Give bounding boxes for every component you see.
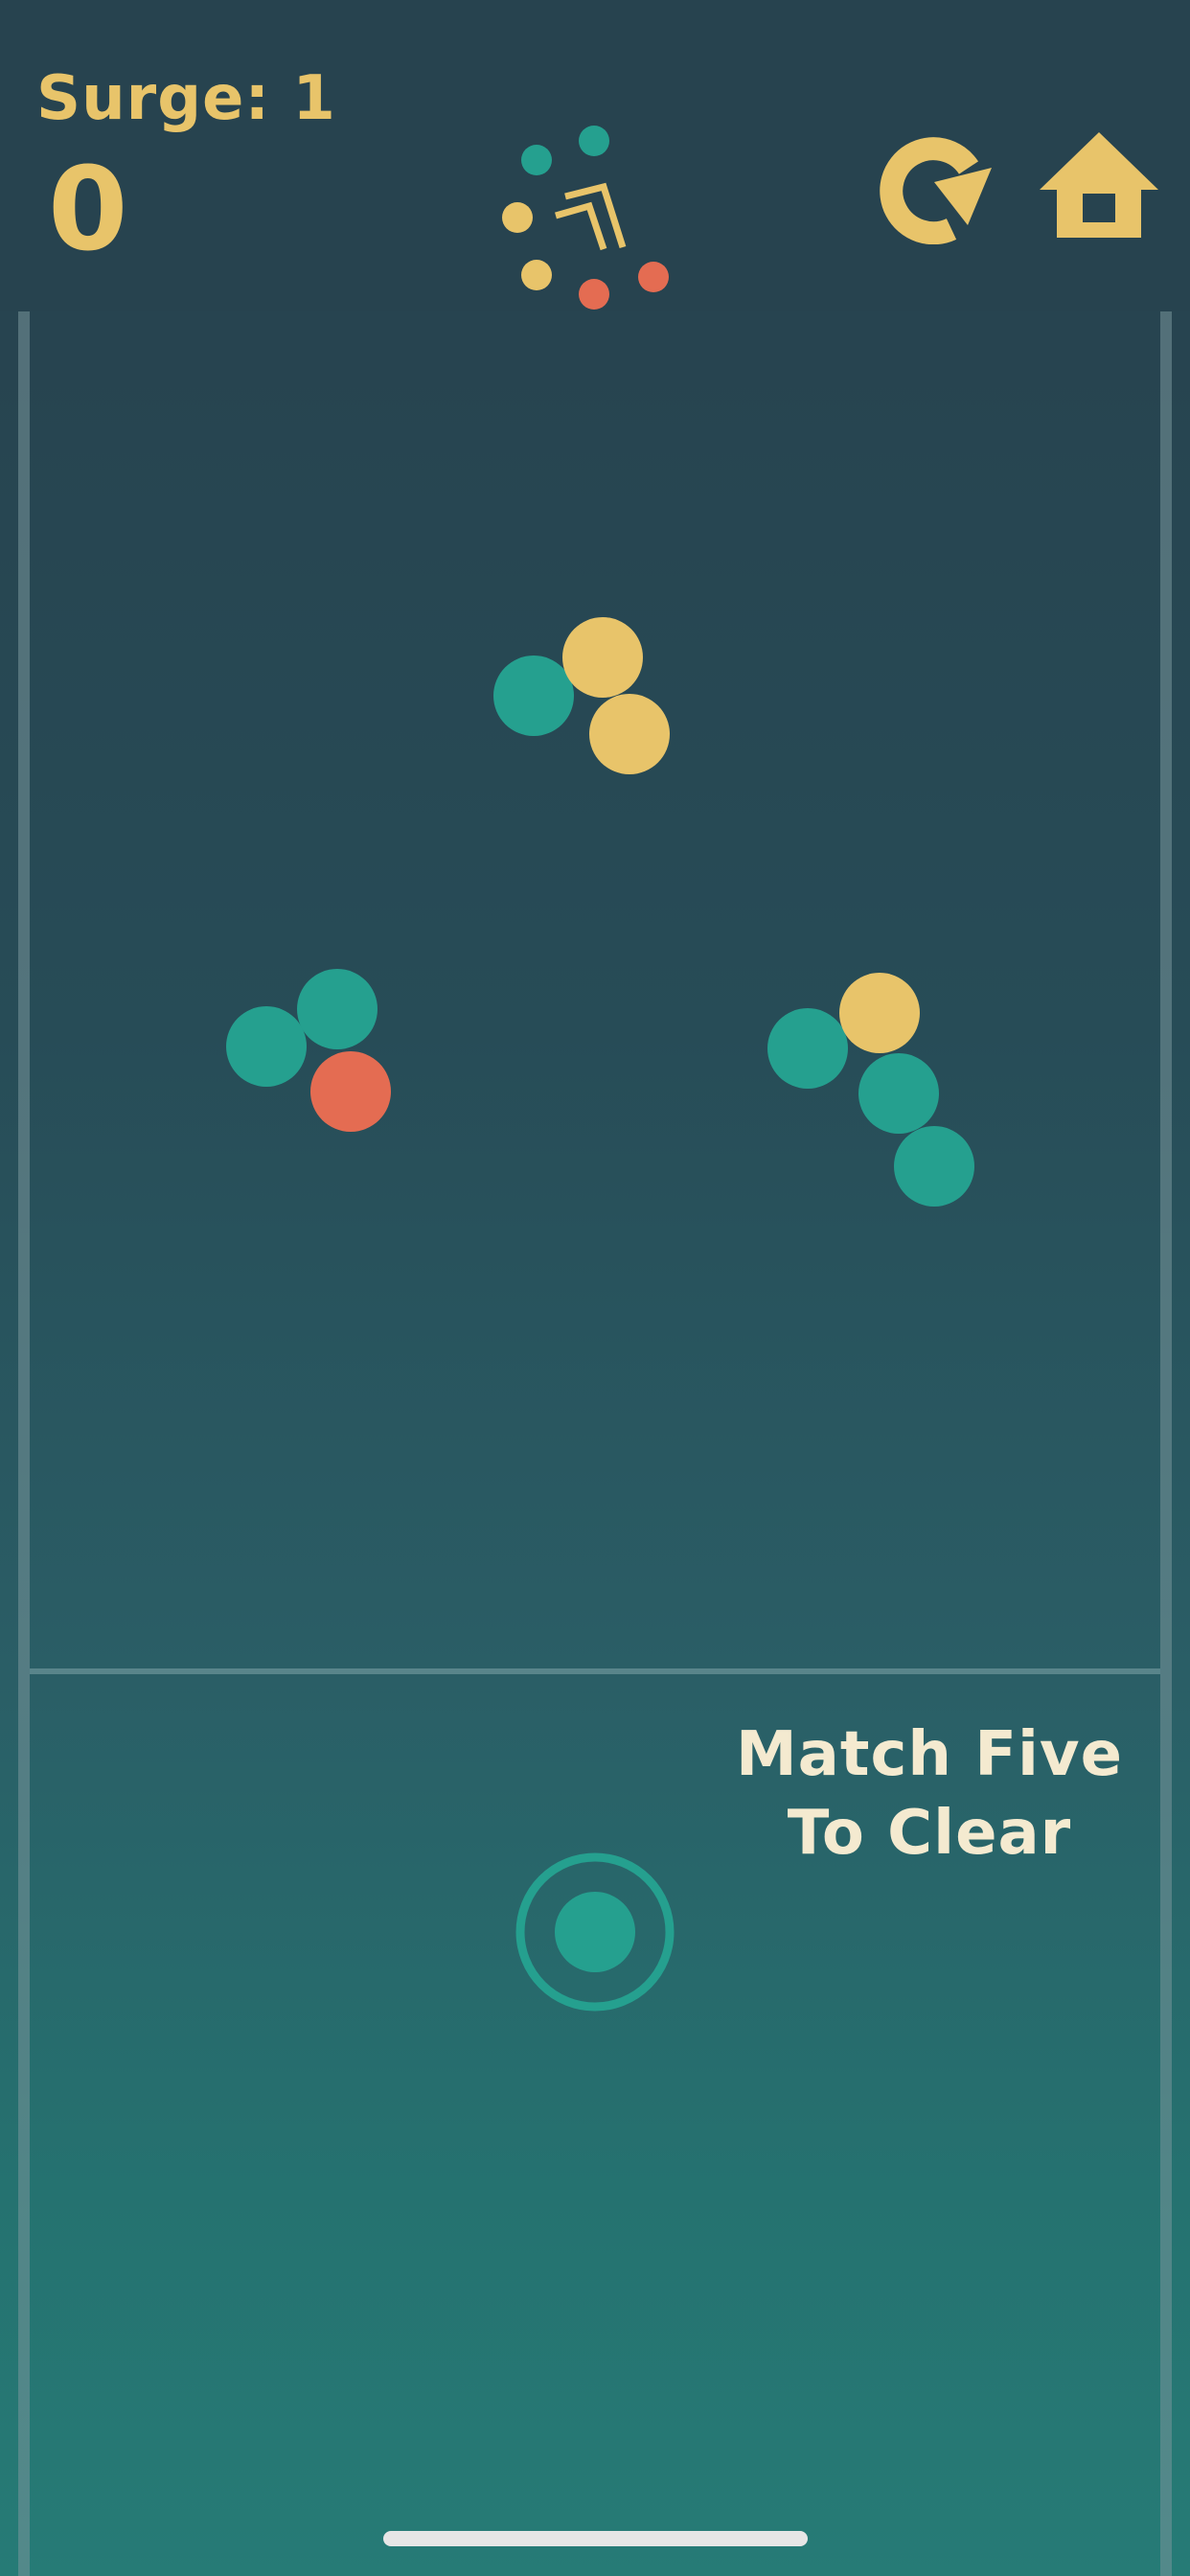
logo-dot-coral-1	[579, 279, 609, 310]
hint-text: Match Five To Clear	[728, 1715, 1131, 1873]
score-value: 0	[48, 144, 128, 277]
logo-dot-teal-2	[579, 126, 609, 156]
hint-line-2: To Clear	[787, 1798, 1072, 1869]
ball-launcher[interactable]	[514, 1851, 676, 2013]
ball-yellow	[562, 617, 643, 698]
hint-line-1: Match Five	[735, 1719, 1124, 1790]
ball-teal	[493, 656, 574, 736]
home-indicator[interactable]	[383, 2531, 808, 2546]
logo-dot-coral-2	[638, 262, 669, 292]
ball-teal	[858, 1053, 939, 1134]
home-icon[interactable]	[1040, 125, 1159, 244]
top-bar: Surge: 1 0	[0, 0, 1190, 311]
ball-teal	[226, 1006, 307, 1087]
ball-teal	[297, 969, 378, 1049]
game-logo-icon	[502, 126, 669, 310]
launch-zone-divider	[30, 1668, 1160, 1674]
ball-coral	[310, 1051, 391, 1132]
restart-icon[interactable]	[877, 129, 992, 244]
ball-yellow	[839, 973, 920, 1053]
ball-yellow	[589, 694, 670, 774]
loaded-ball	[555, 1892, 635, 1972]
logo-dot-yellow-2	[521, 260, 552, 290]
surge-level-label: Surge: 1	[36, 63, 336, 134]
logo-dot-teal-1	[521, 145, 552, 175]
logo-dot-yellow-1	[502, 202, 533, 233]
right-wall	[1160, 311, 1172, 2576]
ball-teal	[767, 1008, 848, 1089]
ball-teal	[894, 1126, 974, 1207]
left-wall	[18, 311, 30, 2576]
logo-chevron-inner	[555, 201, 607, 251]
